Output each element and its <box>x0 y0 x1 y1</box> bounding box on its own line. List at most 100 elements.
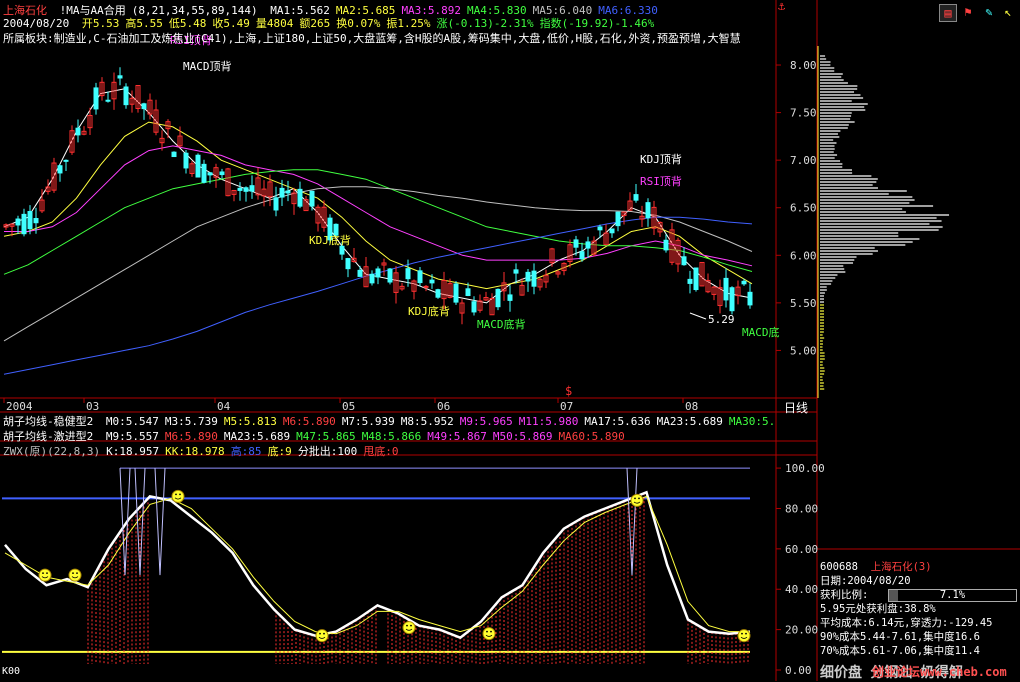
chip-line-2: 平均成本:6.14元,穿透力:-129.45 <box>820 617 993 629</box>
zwx-legend-item-6: 甩底:0 <box>363 445 399 458</box>
candle-body <box>465 288 471 296</box>
main-xtick-label: 08 <box>685 400 698 413</box>
ma-line-2-item-4: M48:5.866 <box>361 430 422 443</box>
candle-body <box>279 187 285 198</box>
chart-annotation: KDJ底背 <box>408 304 450 318</box>
period-label[interactable]: 日线 <box>784 399 808 416</box>
candle-body <box>387 268 393 283</box>
candle-body <box>633 194 639 201</box>
ma-line-2-item-0: M9:5.557 <box>105 430 159 443</box>
chart-annotation: MACD顶背 <box>183 59 232 73</box>
main-ytick-label: 7.50 <box>790 107 817 120</box>
candle-body <box>117 75 123 79</box>
zwx-legend-item-2: KK:18.978 <box>165 445 225 458</box>
smiley-eye <box>319 632 321 635</box>
profit-ratio-fill <box>889 590 899 601</box>
smiley-eye <box>490 630 492 633</box>
smiley-eye <box>638 497 640 500</box>
main-ytick-label: 6.00 <box>790 249 817 262</box>
top-marker-icon: ⚓ <box>778 0 786 13</box>
candle-body <box>33 218 39 224</box>
header-row-2: 2004/08/20 开5.53 高5.55 低5.48 收5.49 量4804 额265… <box>3 15 666 31</box>
candle-body <box>429 279 435 284</box>
quote-legend: 开5.53 高5.55 低5.48 收5.49 量4804 额265 换0.07% 振1.25… <box>82 17 660 30</box>
candle-body <box>579 251 585 260</box>
smiley-icon <box>402 621 416 635</box>
quote-value-5: 额265 <box>299 17 331 30</box>
main-ytick-label: 5.00 <box>790 344 817 357</box>
smiley-icon <box>482 627 496 641</box>
low-marker-line <box>689 312 707 320</box>
sub-ytick-label: 40.00 <box>785 583 818 596</box>
candle-body <box>615 211 621 227</box>
sub-ytick-label: 60.00 <box>785 543 818 556</box>
ma-line-1-item-0: M0:5.547 <box>105 415 159 428</box>
smiley-eye <box>741 632 743 635</box>
main-ytick-label: 7.00 <box>790 154 817 167</box>
candle-body <box>27 211 33 230</box>
ma-line-1-item-8: MA17:5.636 <box>584 415 651 428</box>
smiley-icon <box>737 629 751 643</box>
candle-body <box>357 269 363 277</box>
ma-line-1-item-5: M8:5.952 <box>400 415 454 428</box>
watermark: 创业论坛www.cheb.com <box>872 665 1007 679</box>
candle-body <box>645 202 651 219</box>
candle-body <box>687 278 693 284</box>
sub-ytick-label: 80.00 <box>785 502 818 515</box>
smiley-eye <box>42 572 44 575</box>
candle-body <box>453 283 459 303</box>
zwx-legend-item-5: 分批出:100 <box>297 445 358 458</box>
profit-ratio-row: 获利比例: 7.1% <box>820 588 1017 602</box>
chart-annotation: KDJ底背 <box>309 233 351 247</box>
candle-body <box>285 190 291 194</box>
candle-body <box>585 241 591 249</box>
ma-line-1-item-2: M5:5.813 <box>223 415 277 428</box>
candle-body <box>273 197 279 211</box>
ma-line-2-item-3: M47:5.865 <box>296 430 356 443</box>
candle-body <box>237 187 243 191</box>
candle-body <box>513 269 519 274</box>
quote-value-1: 高5.55 <box>125 17 163 30</box>
candle-body <box>525 271 531 282</box>
candle-body <box>243 187 249 192</box>
pointer-icon[interactable]: ↖ <box>1000 4 1016 20</box>
profit-ratio-bar: 7.1% <box>888 589 1017 602</box>
grid-icon[interactable]: ▤ <box>939 4 957 22</box>
main-xtick-label: 05 <box>342 400 355 413</box>
main-xtick-label: 2004 <box>6 400 33 413</box>
chip-line-4: 70%成本5.61-7.06,集中度11.4 <box>820 645 980 657</box>
ma-line-MA6 <box>3 216 753 375</box>
candle-body <box>309 190 315 207</box>
candle-body <box>93 87 99 110</box>
smiley-eye <box>323 632 325 635</box>
smiley-eye <box>406 624 408 627</box>
main-ytick-label: 6.50 <box>790 202 817 215</box>
quote-value-7: 振1.25% <box>386 17 431 30</box>
smiley-eye <box>76 572 78 575</box>
ma-line-1-item-7: M11:5.980 <box>518 415 579 428</box>
candle-body <box>597 226 603 231</box>
stock-name-right: 上海石化(3) <box>870 561 932 573</box>
profit-ratio-value: 7.1% <box>939 589 966 601</box>
smiley-eye <box>72 572 74 575</box>
ma-line-2-items: M9:5.557 M6:5.890 MA23:5.689 M47:5.865 M48:5… <box>106 430 631 443</box>
candle-body <box>423 285 429 288</box>
smiley-eye <box>745 632 747 635</box>
candle-body <box>471 301 477 313</box>
candle-body <box>435 289 441 298</box>
tools-icon[interactable]: ✎ <box>981 4 997 20</box>
candle-body <box>207 172 213 176</box>
candle-body <box>531 270 537 287</box>
chart-annotation: MACD底背 <box>477 317 526 331</box>
ma-line-2-item-6: M50:5.869 <box>492 430 553 443</box>
main-ytick-label: 5.50 <box>790 297 817 310</box>
ma-line-MA2 <box>3 121 753 290</box>
candle-body <box>375 268 381 278</box>
flag-icon[interactable]: ⚑ <box>960 4 976 20</box>
candle-body <box>63 159 69 162</box>
zwx-legend-item-4: 底:9 <box>267 445 292 458</box>
ma-line-1-title: 胡子均线-稳健型2 <box>3 415 94 428</box>
smiley-eye <box>486 630 488 633</box>
candle-body <box>57 165 63 174</box>
smiley-eye <box>634 497 636 500</box>
